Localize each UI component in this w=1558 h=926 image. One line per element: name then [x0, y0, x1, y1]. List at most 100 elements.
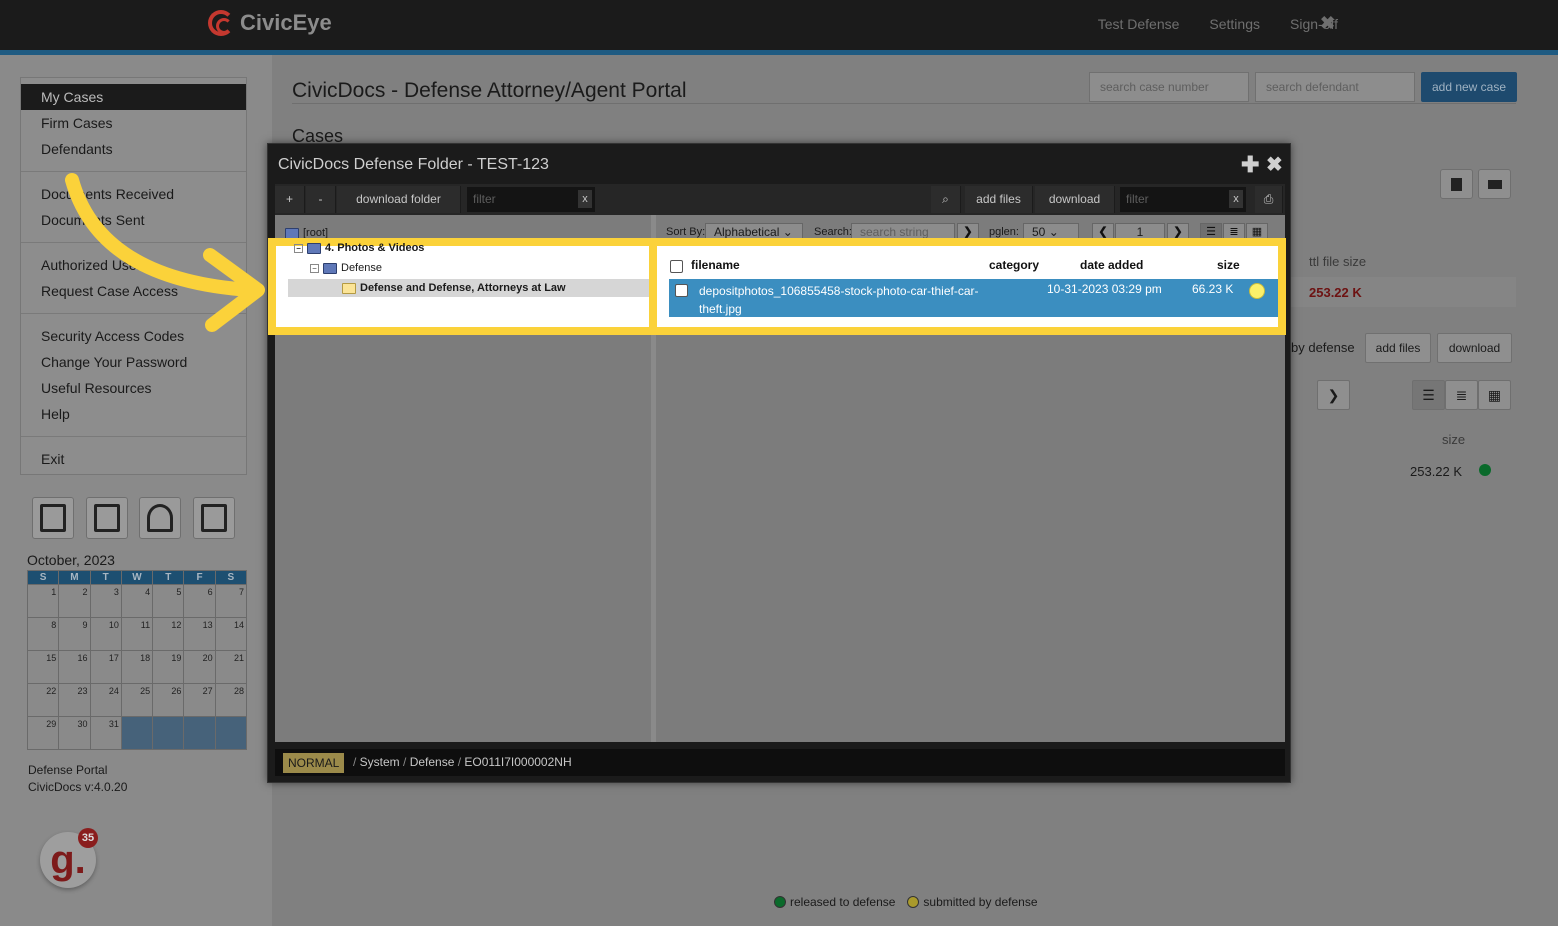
book-icon	[201, 504, 227, 532]
nav-test-defense[interactable]: Test Defense	[1098, 16, 1180, 32]
calendar-day[interactable]: 17	[89, 650, 122, 684]
tree-filter-input[interactable]: filter	[467, 187, 595, 212]
print-button[interactable]	[1478, 169, 1511, 199]
nav-settings[interactable]: Settings	[1209, 16, 1260, 32]
calendar-day[interactable]: 31	[89, 716, 122, 750]
menu-useful-resources[interactable]: Useful Resources	[21, 375, 246, 401]
calendar-day[interactable]: 7	[214, 584, 248, 618]
close-icon[interactable]: ✖	[1320, 13, 1335, 34]
file-name[interactable]: depositphotos_106855458-stock-photo-car-…	[699, 282, 989, 318]
collapse-toggle-icon[interactable]: −	[310, 263, 319, 273]
col-ttl-file-size: ttl file size	[1309, 254, 1367, 269]
calendar-day[interactable]: 29	[26, 716, 60, 750]
select-all-checkbox[interactable]	[670, 260, 683, 273]
search-button[interactable]: ⌕	[931, 186, 961, 213]
calendar-empty-cell	[214, 716, 248, 750]
menu-defendants[interactable]: Defendants	[21, 136, 246, 162]
search-defendant-input[interactable]: search defendant	[1255, 72, 1415, 102]
tree-node-photos-videos[interactable]: − 4. Photos & Videos	[294, 242, 424, 254]
calendar-day[interactable]: 28	[214, 683, 248, 717]
calendar-day[interactable]: 22	[26, 683, 60, 717]
add-files-button[interactable]: add files	[965, 186, 1033, 213]
bg-download-button[interactable]: download	[1437, 333, 1512, 363]
breadcrumb-folder-id[interactable]: EO011I7I000002NH	[464, 755, 571, 769]
menu-help[interactable]: Help	[21, 401, 246, 427]
calculator-button[interactable]	[32, 497, 74, 539]
maximize-icon[interactable]: ✚	[1241, 152, 1259, 178]
calendar-day[interactable]: 15	[26, 650, 60, 684]
collapse-toggle-icon[interactable]: −	[294, 243, 303, 253]
calendar-day[interactable]: 18	[120, 650, 154, 684]
download-folder-button[interactable]: download folder	[337, 186, 461, 213]
document-button[interactable]	[1440, 169, 1473, 199]
download-button[interactable]: download	[1035, 186, 1115, 213]
table-row[interactable]: depositphotos_106855458-stock-photo-car-…	[669, 279, 1278, 317]
next-page-button[interactable]: ❯	[1317, 380, 1350, 410]
calendar-day[interactable]: 2	[58, 584, 91, 618]
calendar-day[interactable]: 21	[214, 650, 248, 684]
calendar-day[interactable]: 4	[120, 584, 154, 618]
calendar-day[interactable]: 11	[120, 617, 154, 651]
add-new-case-button[interactable]: add new case	[1421, 72, 1517, 102]
menu-my-cases[interactable]: My Cases	[21, 84, 246, 110]
app-name: CivicEye	[240, 10, 332, 35]
top-nav: Test Defense Settings Sign-off	[1098, 16, 1338, 32]
tree-node-attorneys[interactable]: Defense and Defense, Attorneys at Law	[288, 279, 652, 297]
calendar-day[interactable]: 8	[26, 617, 60, 651]
calendar-day[interactable]: 23	[58, 683, 91, 717]
calendar-day[interactable]: 24	[89, 683, 122, 717]
tree-filter-clear[interactable]: x	[578, 190, 592, 208]
calendar-day[interactable]: 16	[58, 650, 91, 684]
search-case-input[interactable]: search case number	[1089, 72, 1249, 102]
view-detail-button[interactable]: ≣	[1445, 380, 1478, 410]
legend-released: released to defense	[790, 895, 896, 909]
app-logo[interactable]: CivicEye	[208, 10, 332, 36]
calendar-day[interactable]: 1	[26, 584, 60, 618]
calendar-day[interactable]: 30	[58, 716, 91, 750]
calendar-day[interactable]: 5	[152, 584, 185, 618]
calendar-day[interactable]: 9	[58, 617, 91, 651]
print-button[interactable]: ⎙	[1255, 186, 1283, 213]
file-table: filename category date added size deposi…	[657, 246, 1278, 327]
file-filter-input[interactable]: filter	[1120, 187, 1246, 212]
by-defense-label: by defense	[1291, 340, 1355, 355]
view-grid-button[interactable]: ▦	[1478, 380, 1511, 410]
calendar-day-header: F	[183, 570, 216, 585]
header-filename[interactable]: filename	[691, 258, 740, 272]
collapse-button[interactable]: -	[306, 186, 336, 213]
calendar-day[interactable]: 6	[183, 584, 216, 618]
calendar-day[interactable]: 27	[183, 683, 216, 717]
file-size: 66.23 K	[1192, 282, 1234, 296]
calendar-button[interactable]	[86, 497, 128, 539]
header-date-added[interactable]: date added	[1080, 258, 1143, 272]
header-category[interactable]: category	[989, 258, 1039, 272]
menu-change-password[interactable]: Change Your Password	[21, 349, 246, 375]
calendar-day[interactable]: 13	[183, 617, 216, 651]
tree-node-defense[interactable]: − Defense	[310, 262, 382, 274]
calendar-day[interactable]: 10	[89, 617, 122, 651]
file-filter-clear[interactable]: x	[1229, 190, 1243, 208]
calendar-day[interactable]: 19	[152, 650, 185, 684]
menu-exit[interactable]: Exit	[21, 446, 246, 472]
row-checkbox[interactable]	[675, 284, 688, 297]
calendar-day[interactable]: 12	[152, 617, 185, 651]
map-button[interactable]	[139, 497, 181, 539]
tree-node-label: 4. Photos & Videos	[325, 242, 425, 254]
book-button[interactable]	[193, 497, 235, 539]
calendar-day[interactable]: 25	[120, 683, 154, 717]
calendar-day[interactable]: 3	[89, 584, 122, 618]
ttl-size-value: 253.22 K	[1309, 285, 1362, 300]
bg-add-files-button[interactable]: add files	[1365, 333, 1431, 363]
breadcrumb-system[interactable]: System	[360, 755, 400, 769]
menu-firm-cases[interactable]: Firm Cases	[21, 110, 246, 136]
view-list-button[interactable]: ☰	[1412, 380, 1445, 410]
modal-close-icon[interactable]: ✖	[1266, 152, 1283, 177]
calendar-day[interactable]: 14	[214, 617, 248, 651]
folder-icon	[285, 227, 299, 239]
breadcrumb-defense[interactable]: Defense	[410, 755, 455, 769]
calendar-day[interactable]: 20	[183, 650, 216, 684]
header-size[interactable]: size	[1217, 258, 1240, 272]
calendar-day[interactable]: 26	[152, 683, 185, 717]
pglen-label: pglen:	[989, 226, 1019, 238]
document-icon	[1451, 177, 1462, 191]
